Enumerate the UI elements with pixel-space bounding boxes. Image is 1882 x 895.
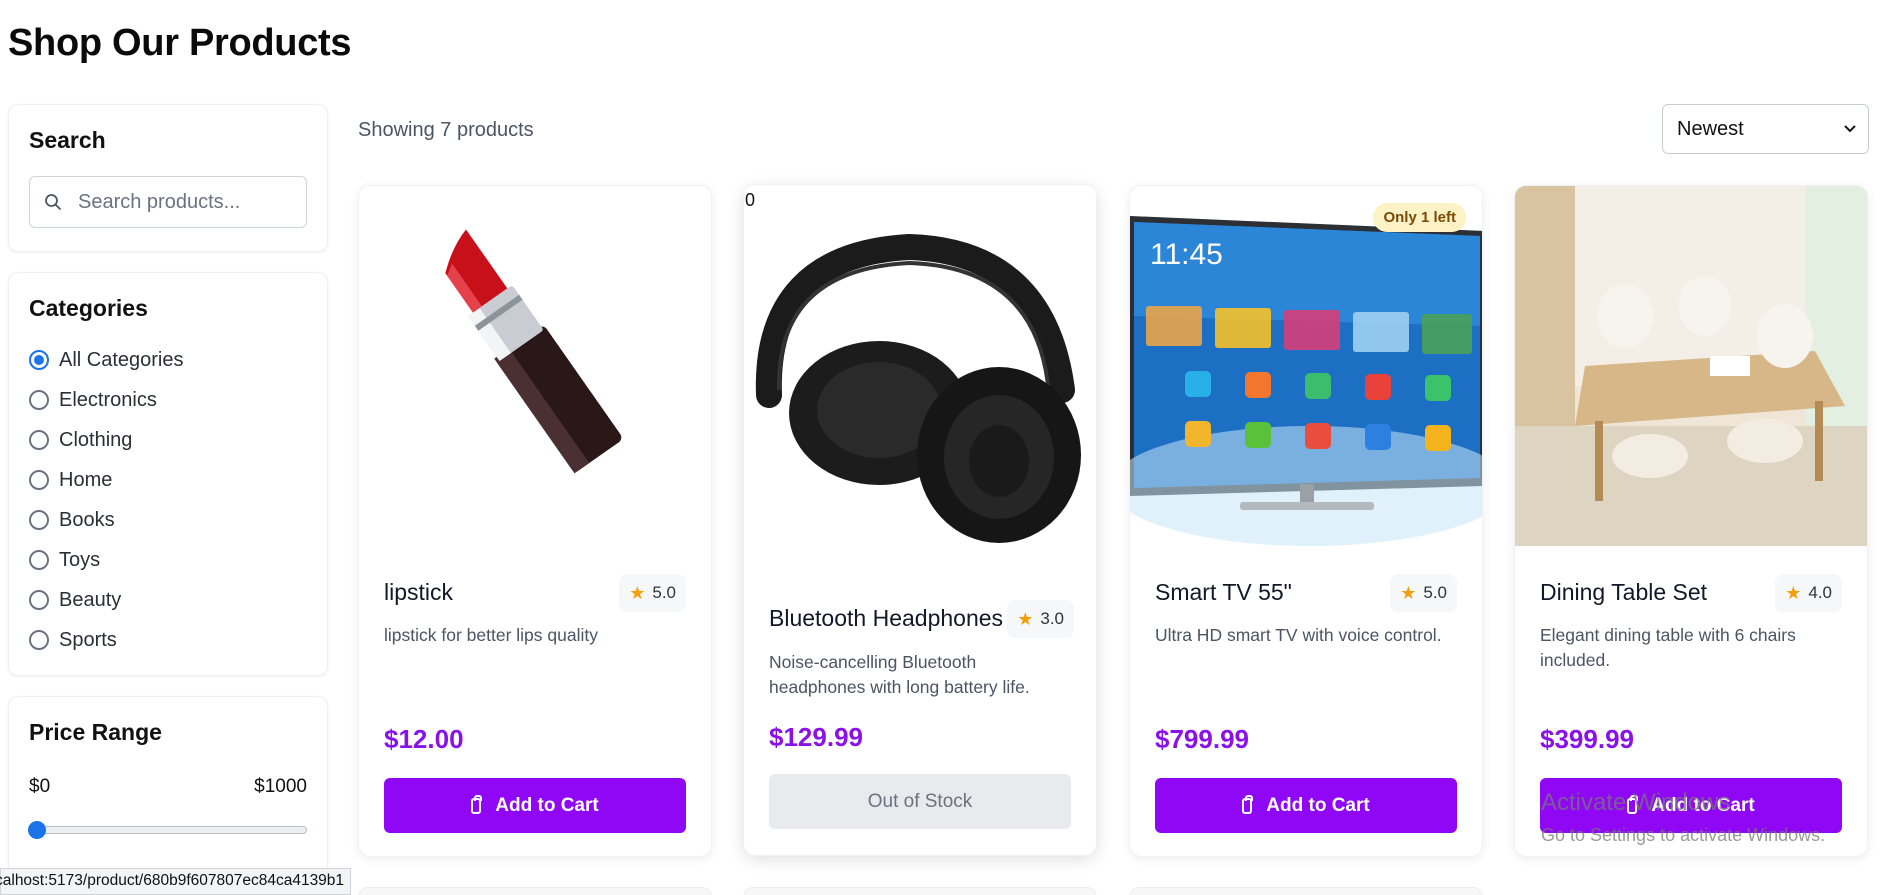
category-option-electronics[interactable]: Electronics [29, 380, 307, 420]
product-card-dining-table[interactable]: Dining Table Set ★ 4.0 Elegant dining ta… [1514, 185, 1868, 857]
button-label: Add to Cart [495, 794, 599, 816]
shopping-bag-icon [1242, 794, 1254, 814]
categories-panel: Categories All Categories Electronics Cl… [8, 272, 328, 676]
category-label: Toys [59, 548, 101, 571]
product-card-headphones[interactable]: Bluetooth Headphones ★ 3.0 Noise-cancell… [743, 184, 1097, 856]
search-panel: Search [8, 104, 328, 252]
category-label: Clothing [59, 428, 133, 451]
product-card-partial[interactable] [358, 887, 712, 895]
category-option-toys[interactable]: Toys [29, 540, 307, 580]
star-icon: ★ [629, 582, 646, 603]
stock-count: 0 [745, 190, 756, 210]
rating-value: 4.0 [1808, 583, 1832, 602]
product-price: $12.00 [384, 724, 464, 754]
rating-value: 5.0 [652, 583, 676, 602]
product-name[interactable]: Dining Table Set [1540, 579, 1707, 606]
page-title: Shop Our Products [8, 22, 352, 64]
star-icon: ★ [1785, 582, 1802, 603]
radio-icon[interactable] [29, 630, 49, 650]
sort-selected-value: Newest [1677, 117, 1744, 140]
product-card-partial[interactable] [743, 887, 1097, 895]
radio-icon[interactable] [29, 590, 49, 610]
category-label: Books [59, 508, 115, 531]
button-label: Out of Stock [867, 790, 973, 812]
category-option-clothing[interactable]: Clothing [29, 420, 307, 460]
low-stock-badge: Only 1 left [1373, 203, 1466, 232]
radio-icon[interactable] [29, 550, 49, 570]
star-icon: ★ [1400, 582, 1417, 603]
sort-select[interactable]: Newest [1662, 104, 1869, 154]
lipstick-image[interactable] [359, 186, 711, 546]
price-max-label: $1000 [254, 776, 307, 797]
product-rating: ★ 4.0 [1775, 574, 1842, 612]
tv-screen-clock: 11:45 [1150, 238, 1223, 271]
price-min-label: $0 [29, 776, 51, 797]
radio-icon[interactable] [29, 470, 49, 490]
shopping-bag-icon [471, 794, 483, 814]
product-card-smart-tv[interactable]: 11:45 Only 1 left Smart TV 55" ★ 5.0 Ult… [1129, 185, 1483, 857]
shopping-bag-icon [1627, 794, 1639, 814]
category-option-beauty[interactable]: Beauty [29, 580, 307, 620]
price-slider[interactable] [28, 821, 307, 839]
category-label: Beauty [59, 588, 122, 611]
product-name[interactable]: lipstick [384, 579, 453, 606]
price-slider-handle[interactable] [28, 821, 46, 839]
product-price: $799.99 [1155, 724, 1249, 754]
categories-title: Categories [29, 295, 148, 321]
category-option-sports[interactable]: Sports [29, 620, 307, 660]
radio-checked-icon[interactable] [29, 350, 49, 370]
category-label: Sports [59, 628, 117, 651]
rating-value: 3.0 [1040, 609, 1064, 628]
add-to-cart-button[interactable]: Add to Cart [384, 778, 686, 833]
category-option-books[interactable]: Books [29, 500, 307, 540]
category-option-all[interactable]: All Categories [29, 340, 307, 380]
product-rating: ★ 5.0 [1390, 574, 1457, 612]
star-icon: ★ [1017, 608, 1034, 629]
price-range-labels: $0 $1000 [29, 776, 307, 798]
button-label: Add to Cart [1266, 794, 1370, 816]
radio-icon[interactable] [29, 510, 49, 530]
radio-icon[interactable] [29, 390, 49, 410]
status-url: calhost:5173/product/680b9f607807ec84ca4… [0, 872, 345, 889]
out-of-stock-button[interactable]: Out of Stock [769, 774, 1071, 829]
category-label: All Categories [59, 348, 184, 371]
search-title: Search [29, 127, 106, 153]
add-to-cart-button[interactable]: Add to Cart [1155, 778, 1457, 833]
smart-tv-image[interactable]: 11:45 [1130, 186, 1482, 546]
search-icon [45, 194, 61, 210]
search-input[interactable] [78, 190, 298, 214]
headphones-image[interactable] [744, 185, 1096, 545]
category-option-home[interactable]: Home [29, 460, 307, 500]
product-price: $399.99 [1540, 724, 1634, 754]
radio-icon[interactable] [29, 430, 49, 450]
product-description: Elegant dining table with 6 chairs inclu… [1540, 625, 1796, 670]
browser-status-bar: calhost:5173/product/680b9f607807ec84ca4… [0, 868, 352, 895]
rating-value: 5.0 [1423, 583, 1447, 602]
chevron-down-icon [1844, 125, 1856, 133]
product-card-partial[interactable] [1129, 887, 1483, 895]
category-list: All Categories Electronics Clothing Home… [29, 340, 307, 660]
product-description: Ultra HD smart TV with voice control. [1155, 625, 1442, 645]
search-box[interactable] [29, 176, 307, 228]
button-label: Add to Cart [1651, 794, 1755, 816]
product-price: $129.99 [769, 722, 863, 752]
product-name[interactable]: Bluetooth Headphones [769, 605, 1003, 632]
results-count: Showing 7 products [358, 119, 534, 141]
dining-table-image[interactable] [1515, 186, 1867, 546]
category-label: Electronics [59, 388, 157, 411]
product-description: Noise-cancelling Bluetooth headphones wi… [769, 652, 1030, 697]
product-rating: ★ 3.0 [1007, 600, 1074, 638]
price-range-panel: Price Range $0 $1000 [8, 696, 328, 895]
category-label: Home [59, 468, 113, 491]
product-name[interactable]: Smart TV 55" [1155, 579, 1292, 606]
product-rating: ★ 5.0 [619, 574, 686, 612]
product-description: lipstick for better lips quality [384, 625, 598, 645]
add-to-cart-button[interactable]: Add to Cart [1540, 778, 1842, 833]
price-range-title: Price Range [29, 719, 162, 745]
product-card-lipstick[interactable]: lipstick ★ 5.0 lipstick for better lips … [358, 185, 712, 857]
